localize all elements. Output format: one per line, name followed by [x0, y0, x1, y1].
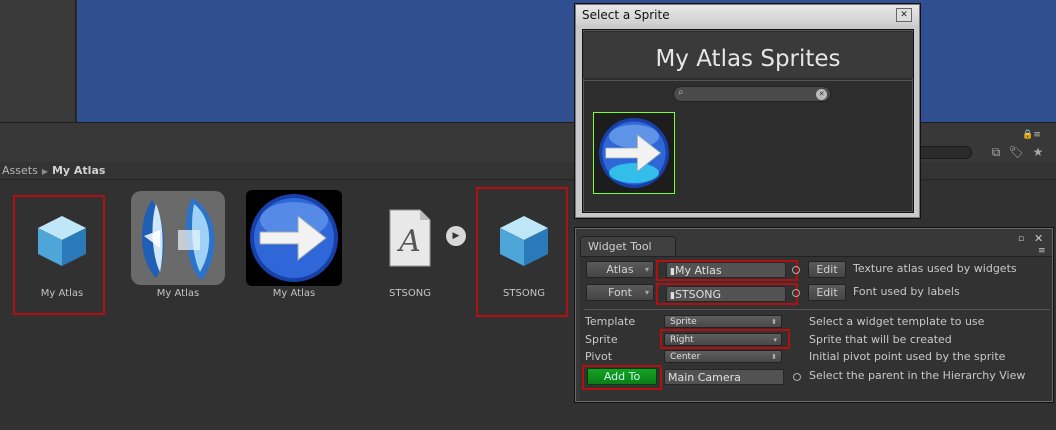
sprite-window-heading: My Atlas Sprites	[583, 32, 913, 78]
asset-label: My Atlas	[272, 288, 316, 299]
cube-icon	[500, 216, 548, 266]
object-picker-icon[interactable]	[793, 373, 801, 381]
font-glyph: A	[399, 224, 421, 259]
updown-arrow-icon: ⬍	[771, 353, 777, 361]
hierarchy-panel	[0, 0, 76, 122]
parent-field[interactable]: Main Camera	[664, 369, 784, 385]
pivot-value: Center	[670, 352, 701, 362]
breadcrumb-separator-icon: ▶	[41, 167, 48, 176]
atlas-select-button[interactable]: Atlas ▾	[586, 261, 654, 278]
asset-label: My Atlas	[156, 288, 200, 299]
filter-by-label-icon[interactable]: 🏷	[1008, 144, 1024, 160]
maximize-icon[interactable]: ▫	[1018, 234, 1024, 244]
atlas-texture-icon	[131, 191, 225, 285]
add-to-button[interactable]: Add To	[587, 368, 657, 385]
sprite-dropdown[interactable]: Right ▾	[664, 333, 782, 346]
close-icon[interactable]: ✕	[896, 8, 912, 22]
template-dropdown[interactable]: Sprite ⬍	[664, 315, 782, 328]
template-label: Template	[585, 315, 636, 328]
sprite-description: Sprite that will be created	[809, 333, 952, 346]
divider	[583, 80, 913, 81]
pivot-description: Initial pivot point used by the sprite	[809, 350, 1006, 363]
template-value: Sprite	[670, 317, 697, 327]
sprite-label: Sprite	[585, 333, 618, 346]
sprite-value: Right	[670, 335, 694, 345]
select-sprite-window: Select a Sprite ✕ My Atlas Sprites ⌕ ✕	[575, 4, 920, 218]
parent-description: Select the parent in the Hierarchy View	[809, 369, 1026, 382]
asset-label: STSONG	[389, 288, 431, 299]
font-description: Font used by labels	[853, 285, 960, 298]
font-select-button[interactable]: Font ▾	[586, 284, 654, 301]
font-field-value: STSONG	[674, 288, 722, 301]
template-description: Select a widget template to use	[809, 315, 985, 328]
favorite-star-icon[interactable]: ★	[1030, 144, 1046, 160]
expand-play-icon[interactable]: ▶	[446, 226, 466, 246]
window-title: Select a Sprite	[576, 5, 919, 25]
sprite-search-input[interactable]: ⌕ ✕	[673, 86, 831, 102]
chevron-down-icon: ▾	[644, 265, 649, 274]
clear-search-icon[interactable]: ✕	[816, 89, 827, 100]
chevron-down-icon: ▾	[644, 288, 649, 297]
asset-tile[interactable]: My Atlas	[12, 190, 112, 310]
atlas-button-label: Atlas	[606, 263, 634, 276]
updown-arrow-icon: ⬍	[771, 318, 777, 326]
window-menu-icon[interactable]: ≡	[1038, 246, 1046, 256]
arrow-sprite-icon	[599, 118, 669, 188]
pivot-dropdown[interactable]: Center ⬍	[664, 350, 782, 363]
asset-label: My Atlas	[40, 288, 84, 299]
object-picker-icon[interactable]	[792, 266, 800, 274]
object-picker-icon[interactable]	[792, 289, 800, 297]
asset-tile[interactable]: A STSONG	[360, 190, 460, 310]
asset-tile[interactable]: My Atlas	[244, 190, 344, 310]
atlas-field-value: My Atlas	[674, 264, 722, 277]
cube-icon	[38, 216, 86, 266]
font-edit-button[interactable]: Edit	[808, 284, 846, 301]
breadcrumb-root[interactable]: Assets	[2, 164, 38, 177]
sprite-thumbnail-right[interactable]	[593, 112, 675, 194]
tab-widget-tool[interactable]: Widget Tool	[580, 236, 676, 256]
lock-icon[interactable]: 🔒≡	[1022, 130, 1041, 140]
breadcrumb-current[interactable]: My Atlas	[52, 164, 105, 177]
font-button-label: Font	[608, 286, 632, 299]
asset-tile[interactable]: STSONG	[474, 190, 574, 310]
pivot-label: Pivot	[585, 350, 613, 363]
search-icon: ⌕	[678, 87, 684, 98]
atlas-field[interactable]: ▮My Atlas	[666, 262, 786, 278]
font-field[interactable]: ▮STSONG	[666, 286, 786, 302]
atlas-description: Texture atlas used by widgets	[853, 262, 1017, 275]
widget-tool-window: Widget Tool ▫ ✕ ≡ Atlas ▾ ▮My Atlas Edit…	[575, 228, 1053, 402]
close-icon[interactable]: ✕	[1034, 232, 1043, 245]
atlas-edit-button[interactable]: Edit	[808, 261, 846, 278]
sprite-panel: My Atlas Sprites ⌕ ✕	[582, 29, 914, 213]
chevron-down-icon: ▾	[773, 336, 777, 344]
asset-label: STSONG	[503, 288, 545, 299]
filter-by-type-icon[interactable]: ⧉	[988, 144, 1004, 160]
arrow-sprite-icon	[246, 190, 342, 286]
asset-tile[interactable]: My Atlas	[128, 190, 228, 310]
divider	[584, 309, 1050, 310]
